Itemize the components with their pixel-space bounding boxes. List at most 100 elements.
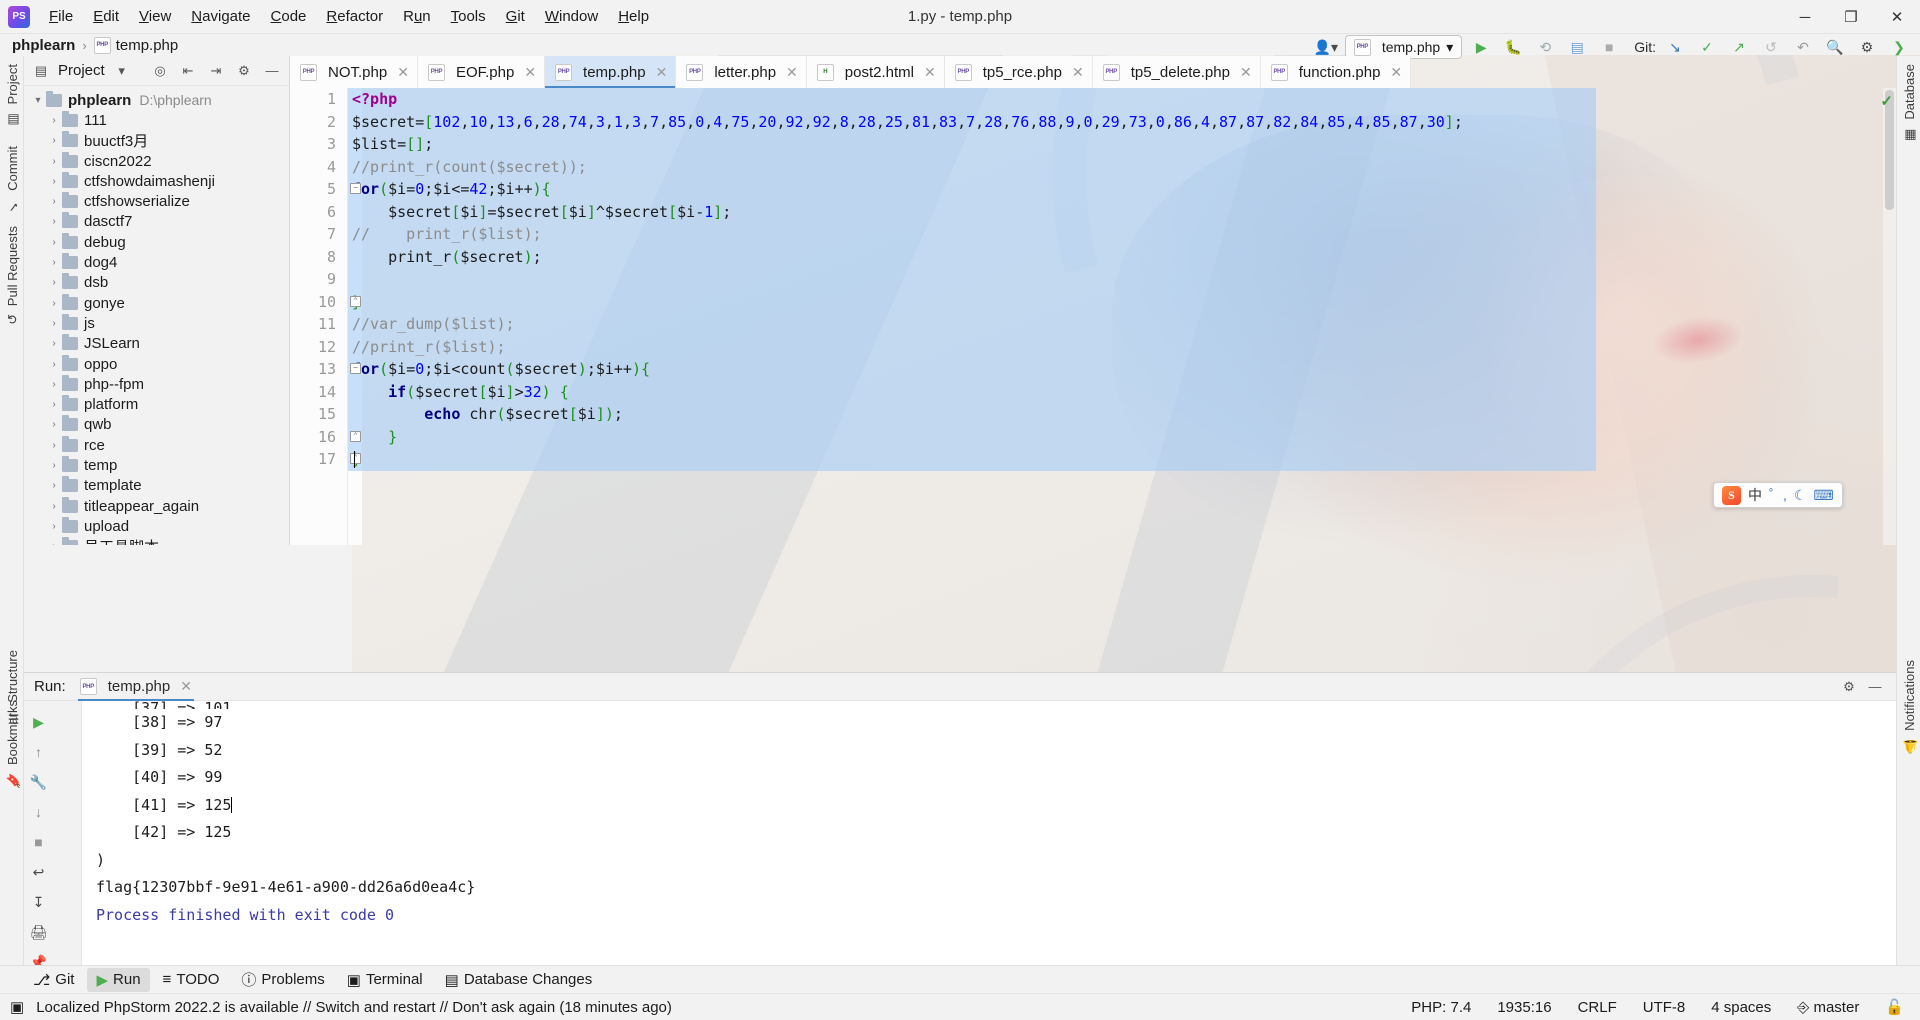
chevron-right-icon[interactable]: › [46,257,62,268]
scroll-to-end-button[interactable]: ↧ [24,887,53,917]
run-coverage-icon[interactable]: ⟲ [1532,35,1558,59]
tree-row[interactable]: › rce [24,435,289,455]
code-line[interactable]: 16 } [290,426,1896,449]
hide-panel-icon[interactable]: — [261,60,283,82]
code-line[interactable]: 1 <?php [290,88,1896,111]
sidebar-item-database[interactable]: ▦ Database [1899,60,1920,146]
editor-tab-tp5_delete-php[interactable]: PHP tp5_delete.php ✕ [1092,56,1261,88]
bottom-tab-run[interactable]: ▶ Run [87,967,150,992]
close-icon[interactable]: ✕ [180,678,192,695]
git-update-icon[interactable]: ↘ [1662,35,1688,59]
hide-run-icon[interactable]: — [1864,676,1886,698]
code-editor[interactable]: 1 <?php 2 $secret=[102,10,13,6,28,74,3,1,3,… [290,88,1896,545]
run-play-icon[interactable]: ▶ [1468,35,1494,59]
line-separator-indicator[interactable]: CRLF [1574,997,1621,1018]
chevron-right-icon[interactable]: ▾ [30,95,46,106]
chevron-right-icon[interactable]: › [46,541,62,545]
editor-tab-letter-php[interactable]: PHP letter.php ✕ [676,56,807,88]
code-line[interactable]: 7 // print_r($list); [290,223,1896,246]
inspection-status-icon[interactable]: ✓ [1880,92,1893,110]
minimize-button[interactable]: ─ [1782,0,1828,34]
close-icon[interactable]: ✕ [786,64,798,81]
chevron-right-icon[interactable]: › [46,399,62,410]
editor-tab-NOT-php[interactable]: PHP NOT.php ✕ [290,56,418,88]
editor-tab-function-php[interactable]: PHP function.php ✕ [1260,56,1412,88]
ime-punctuation-icon[interactable]: ゜, [1769,485,1787,505]
code-line[interactable]: 8 print_r($secret); [290,246,1896,269]
code-line[interactable]: 10} [290,291,1896,314]
editor-scrollbar[interactable] [1883,88,1896,545]
maximize-button[interactable]: ❐ [1828,0,1874,34]
run-console-output[interactable]: [37] => 101 [38] => 97 [39] => 52 [40] =… [82,701,1896,965]
close-icon[interactable]: ✕ [1072,64,1084,81]
tree-row[interactable]: › js [24,313,289,333]
chevron-right-icon[interactable]: › [46,379,62,390]
tree-row[interactable]: › dog4 [24,252,289,272]
close-icon[interactable]: ✕ [524,64,536,81]
indent-indicator[interactable]: 4 spaces [1707,997,1775,1018]
tree-row[interactable]: ▾ phplearn D:\phplearn [24,90,289,110]
menu-item-view[interactable]: View [130,4,180,29]
event-log-icon[interactable]: ▣ [10,998,24,1016]
history-icon[interactable]: ↺ [1758,35,1784,59]
menu-item-code[interactable]: Code [262,4,316,29]
stop-icon[interactable]: ■ [1596,35,1622,59]
menu-item-run[interactable]: Run [394,4,440,29]
code-line[interactable]: 3 $list=[]; [290,133,1896,156]
code-fold-toggle[interactable]: − [350,183,361,194]
undo-icon[interactable]: ↶ [1790,35,1816,59]
chevron-down-icon[interactable]: ▾ [111,60,133,82]
code-content[interactable]: 1 <?php 2 $secret=[102,10,13,6,28,74,3,1,3,… [290,88,1896,545]
chevron-right-icon[interactable]: › [46,135,62,146]
locate-file-icon[interactable]: ◎ [149,60,171,82]
tree-row[interactable]: › 111 [24,110,289,130]
menu-item-refactor[interactable]: Refactor [317,4,392,29]
chevron-right-icon[interactable]: › [46,298,62,309]
chevron-right-icon[interactable]: › [46,176,62,187]
sogou-ime-toolbar[interactable]: S 中 ゜, ☾ ⌨ [1713,482,1843,508]
expand-all-icon[interactable]: ⇥ [205,60,227,82]
code-line[interactable]: 17} [290,448,1896,471]
code-line[interactable]: 11 //var_dump($list); [290,313,1896,336]
chevron-right-icon[interactable]: › [46,237,62,248]
profile-icon[interactable]: ▤ [1564,35,1590,59]
search-everywhere-icon[interactable]: 🔍 [1822,35,1848,59]
tree-row[interactable]: › 员工具脚本 [24,537,289,545]
code-fold-toggle[interactable]: − [350,363,361,374]
bottom-tab-todo[interactable]: ≡ TODO [154,968,229,991]
chevron-right-icon[interactable]: › [46,501,62,512]
menu-item-git[interactable]: Git [497,4,534,29]
editor-tab-temp-php[interactable]: PHP temp.php ✕ [545,56,677,88]
prev-occurrence-button[interactable]: ↑ [24,737,53,767]
sidebar-item-pull-requests[interactable]: ↺ Pull Requests [2,222,23,329]
close-icon[interactable]: ✕ [1390,64,1402,81]
chevron-right-icon[interactable]: › [46,419,62,430]
editor-tab-post2-html[interactable]: Hpost2.html ✕ [806,56,945,88]
sidebar-item-commit[interactable]: ✓ Commit [2,142,23,217]
ime-keyboard-icon[interactable]: ⌨ [1813,487,1833,504]
close-icon[interactable]: ✕ [656,64,668,81]
run-settings-icon[interactable]: ⚙ [1838,676,1860,698]
code-line[interactable]: 4 //print_r(count($secret)); [290,156,1896,179]
chevron-right-icon[interactable]: › [46,440,62,451]
stop-button[interactable]: ■ [24,827,53,857]
panel-settings-icon[interactable]: ⚙ [233,60,255,82]
close-icon[interactable]: ✕ [397,64,409,81]
edit-configuration-button[interactable]: 🔧 [24,767,53,797]
tree-row[interactable]: › dasctf7 [24,212,289,232]
sidebar-item-project[interactable]: ▤ Project [2,60,23,131]
close-button[interactable]: ✕ [1874,0,1920,34]
chevron-right-icon[interactable]: › [46,216,62,227]
tree-row[interactable]: › ctfshowserialize [24,191,289,211]
tree-row[interactable]: › upload [24,516,289,536]
git-commit-check-icon[interactable]: ✓ [1694,35,1720,59]
git-branch-indicator[interactable]: ⎆ master [1793,997,1863,1018]
chevron-right-icon[interactable]: › [46,359,62,370]
tree-row[interactable]: › php--fpm [24,374,289,394]
unlocked-icon[interactable]: 🔓 [1881,996,1908,1018]
debug-bug-icon[interactable]: 🐛 [1500,35,1526,59]
soft-wrap-button[interactable]: ↩ [24,857,53,887]
bottom-tab-terminal[interactable]: ▣ Terminal [338,968,432,992]
php-version-indicator[interactable]: PHP: 7.4 [1407,997,1475,1018]
tree-row[interactable]: › gonye [24,293,289,313]
